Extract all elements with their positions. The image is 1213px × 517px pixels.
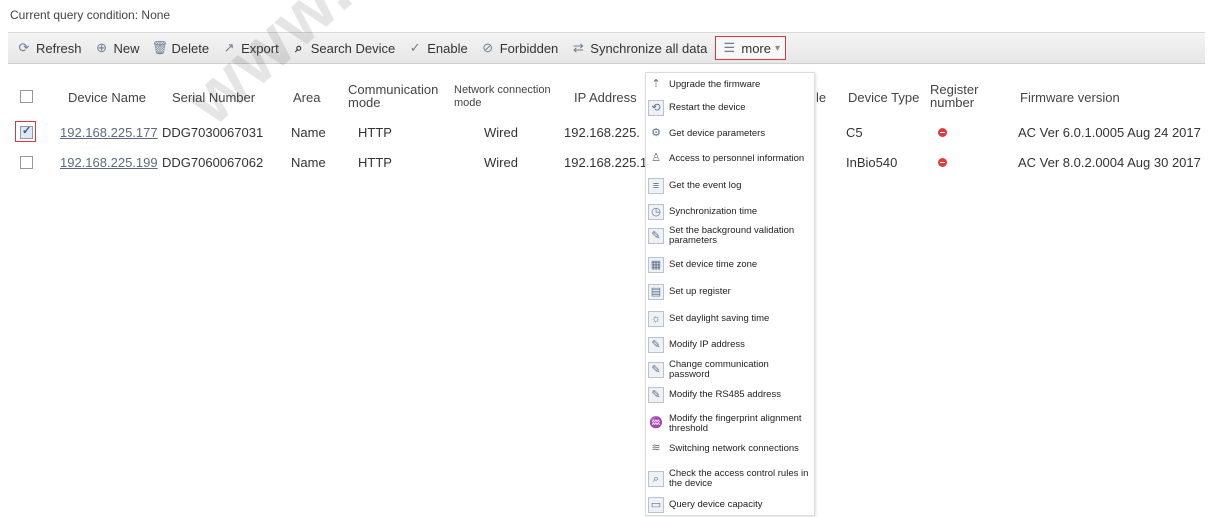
- table-row[interactable]: 192.168.225.199 DDG7060067062 Name HTTP …: [8, 148, 1205, 176]
- gears-icon: ⚙: [651, 127, 661, 139]
- col-partial[interactable]: le: [816, 91, 826, 104]
- serial-number: DDG7030067031: [162, 125, 264, 140]
- col-serial-number[interactable]: Serial Number: [172, 91, 255, 104]
- row-checkbox[interactable]: [20, 156, 33, 169]
- col-network-mode[interactable]: Network connection mode: [454, 84, 564, 110]
- fingerprint-icon: ♒: [649, 417, 663, 429]
- more-label: more: [741, 40, 771, 56]
- more-button[interactable]: ☰ more ▾: [715, 36, 787, 60]
- sync-icon: ⇄: [572, 40, 584, 55]
- communication-mode: HTTP: [358, 125, 392, 140]
- ip-address: 192.168.225.1: [564, 155, 648, 170]
- menu-item-restart-device[interactable]: ⟲ Restart the device: [648, 100, 812, 116]
- row-checkbox[interactable]: [20, 124, 33, 139]
- export-label: Export: [241, 40, 279, 56]
- delete-label: Delete: [171, 40, 210, 56]
- check-icon: ✓: [409, 40, 421, 55]
- area: Name: [291, 125, 326, 140]
- enable-button[interactable]: ✓ Enable: [407, 40, 468, 56]
- menu-item-daylight-saving[interactable]: ☼ Set daylight saving time: [648, 311, 812, 327]
- select-all-checkbox[interactable]: [20, 90, 33, 103]
- menu-item-rs485[interactable]: ✎ Modify the RS485 address: [648, 387, 812, 403]
- menu-item-time-zone[interactable]: ▦ Set device time zone: [648, 257, 812, 273]
- col-register-number[interactable]: Register number: [930, 83, 990, 109]
- network-mode: Wired: [484, 155, 518, 170]
- delete-button[interactable]: 🗑 Delete: [152, 40, 210, 56]
- register-status-icon: [938, 128, 947, 137]
- menu-item-event-log[interactable]: ≡ Get the event log: [648, 178, 812, 194]
- menu-item-sync-time[interactable]: ◷ Synchronization time: [648, 204, 812, 220]
- table-row[interactable]: 192.168.225.177 DDG7030067031 Name HTTP …: [8, 118, 1205, 146]
- table-header: Device Name Serial Number Area Communica…: [8, 66, 1205, 116]
- add-icon: ⊕: [96, 40, 107, 55]
- wifi-icon: ≋: [651, 442, 661, 454]
- search-device-button[interactable]: ⌕ Search Device: [291, 40, 396, 56]
- menu-item-validation-params[interactable]: ✎ Set the background validation parameter…: [648, 226, 812, 246]
- chevron-down-icon: ▾: [774, 42, 781, 54]
- col-device-name[interactable]: Device Name: [68, 91, 146, 104]
- menu-item-fingerprint-threshold[interactable]: ♒ Modify the fingerprint alignment thresh…: [648, 414, 812, 434]
- refresh-icon: ⟳: [18, 40, 30, 55]
- rules-icon: ⌕: [648, 471, 664, 487]
- rs485-edit-icon: ✎: [648, 387, 664, 403]
- search-device-label: Search Device: [310, 40, 396, 56]
- col-device-type[interactable]: Device Type: [848, 91, 919, 104]
- menu-item-register[interactable]: ▤ Set up register: [648, 284, 812, 300]
- upload-icon: ⇡: [651, 78, 661, 90]
- sync-label: Synchronize all data: [590, 40, 708, 56]
- export-icon: ↗: [223, 40, 235, 55]
- menu-item-query-capacity[interactable]: ▭ Query device capacity: [648, 497, 812, 513]
- col-ip-address[interactable]: IP Address: [574, 91, 637, 104]
- device-type: InBio540: [846, 155, 898, 170]
- communication-mode: HTTP: [358, 155, 392, 170]
- area: Name: [291, 155, 326, 170]
- enable-label: Enable: [427, 40, 468, 56]
- device-name-link[interactable]: 192.168.225.199: [60, 155, 158, 170]
- new-button[interactable]: ⊕ New: [94, 40, 140, 56]
- network-mode: Wired: [484, 125, 518, 140]
- menu-item-upgrade-firmware[interactable]: ⇡ Upgrade the firmware: [648, 77, 812, 93]
- firmware-version: AC Ver 6.0.1.0005 Aug 24 2017: [1018, 125, 1201, 140]
- firmware-version: AC Ver 8.0.2.0004 Aug 30 2017: [1018, 155, 1201, 170]
- network-edit-icon: ✎: [648, 337, 664, 353]
- menu-item-personnel-info[interactable]: ♙ Access to personnel information: [648, 151, 812, 167]
- clock-icon: ◷: [648, 204, 664, 220]
- trash-icon: 🗑: [151, 40, 169, 55]
- refresh-label: Refresh: [36, 40, 82, 56]
- search-icon: ⌕: [295, 40, 303, 55]
- restart-icon: ⟲: [648, 100, 664, 116]
- more-dropdown-menu: ⇡ Upgrade the firmware ⟲ Restart the devic…: [645, 72, 815, 516]
- person-icon: ♙: [651, 152, 661, 164]
- register-icon: ▤: [648, 284, 664, 300]
- refresh-button[interactable]: ⟳ Refresh: [16, 40, 82, 56]
- register-status-icon: [938, 158, 947, 167]
- calendar-icon: ▦: [648, 257, 664, 273]
- menu-item-modify-ip[interactable]: ✎ Modify IP address: [648, 337, 812, 353]
- col-communication-mode[interactable]: Communication mode: [348, 83, 448, 109]
- query-condition: Current query condition: None: [10, 8, 171, 22]
- forbidden-button[interactable]: ⊘ Forbidden: [480, 40, 559, 56]
- ip-address: 192.168.225.: [564, 125, 640, 140]
- menu-item-switch-network[interactable]: ≋ Switching network connections: [648, 441, 812, 457]
- toolbar: ⟳ Refresh ⊕ New 🗑 Delete ↗ Export ⌕ Sear…: [8, 32, 1205, 64]
- serial-number: DDG7060067062: [162, 155, 264, 170]
- new-label: New: [113, 40, 140, 56]
- col-firmware-version[interactable]: Firmware version: [1020, 91, 1120, 104]
- export-button[interactable]: ↗ Export: [221, 40, 279, 56]
- forbidden-label: Forbidden: [499, 40, 559, 56]
- menu-item-change-password[interactable]: ✎ Change communication password: [648, 360, 812, 380]
- forbidden-icon: ⊘: [482, 40, 494, 55]
- capacity-icon: ▭: [648, 497, 664, 513]
- device-name-link[interactable]: 192.168.225.177: [60, 125, 158, 140]
- log-icon: ≡: [648, 178, 664, 194]
- menu-icon: ☰: [723, 40, 736, 55]
- menu-item-check-rules[interactable]: ⌕ Check the access control rules in the d…: [648, 469, 812, 489]
- sun-icon: ☼: [648, 311, 664, 327]
- menu-item-get-parameters[interactable]: ⚙ Get device parameters: [648, 126, 812, 142]
- sync-all-button[interactable]: ⇄ Synchronize all data: [570, 40, 708, 56]
- device-type: C5: [846, 125, 863, 140]
- edit-icon: ✎: [648, 228, 664, 244]
- key-edit-icon: ✎: [648, 362, 664, 378]
- col-area[interactable]: Area: [293, 91, 320, 104]
